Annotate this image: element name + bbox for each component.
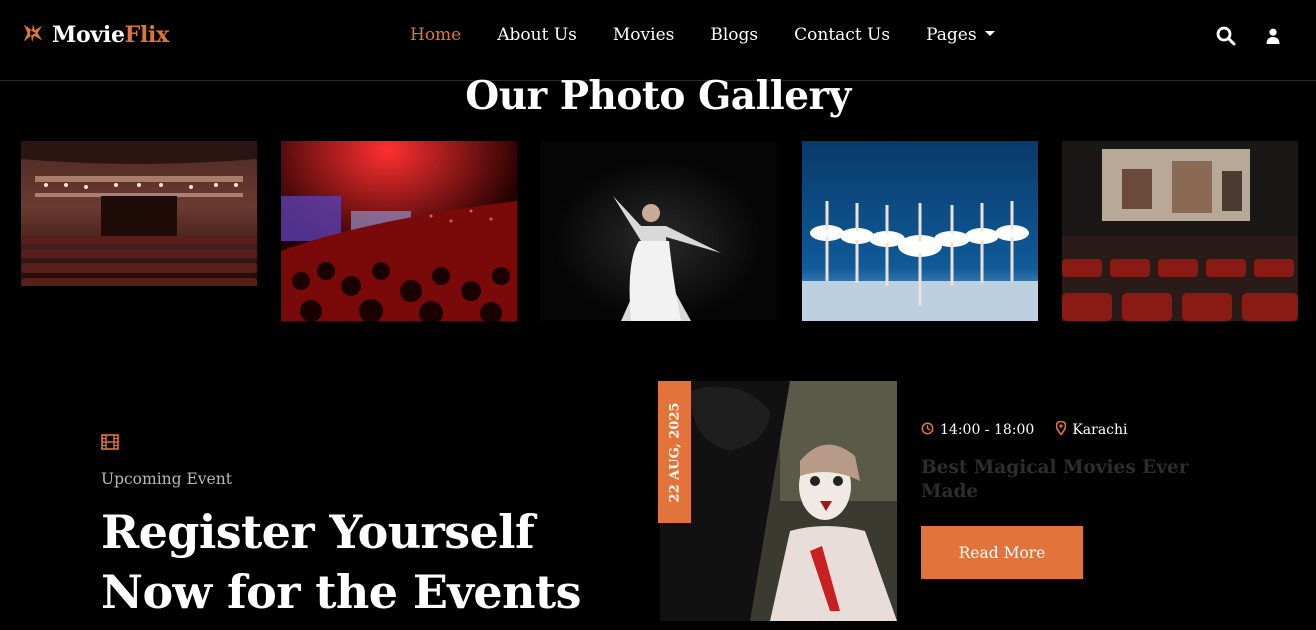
photo-gallery: [21, 141, 1298, 321]
section-title-line2: Now for the Events: [101, 565, 581, 619]
concert-crowd-photo[interactable]: [281, 141, 517, 321]
brand-name-part1: Movie: [52, 22, 125, 48]
film-icon: [101, 434, 119, 454]
gallery-title: Our Photo Gallery: [465, 73, 851, 119]
event-meta: 14:00 - 18:00 Karachi: [921, 420, 1150, 439]
star-logo-icon: [22, 22, 44, 48]
navbar: MovieFlix Home About Us Movies Blogs Con…: [0, 0, 1316, 81]
location-pin-icon: [1056, 420, 1067, 439]
brand-name-part2: Flix: [124, 22, 170, 48]
ballet-troupe-photo[interactable]: [802, 141, 1038, 321]
chevron-down-icon: [984, 31, 995, 36]
solo-dancer-photo[interactable]: [541, 141, 777, 321]
section-title: Register Yourself Now for the Events: [101, 502, 641, 622]
theater-auditorium-photo[interactable]: [21, 141, 257, 321]
user-icon[interactable]: [1266, 28, 1280, 44]
makeup-artist-photo[interactable]: [660, 381, 897, 621]
section-eyebrow: Upcoming Event: [101, 470, 232, 488]
nav-item-home[interactable]: Home: [410, 25, 461, 45]
main-nav: Home About Us Movies Blogs Contact Us Pa…: [392, 0, 1013, 70]
nav-item-movies[interactable]: Movies: [613, 25, 674, 45]
event-location: Karachi: [1056, 420, 1128, 439]
brand-name: MovieFlix: [52, 22, 169, 48]
section-title-line1: Register Yourself: [101, 505, 535, 559]
nav-item-pages-label: Pages: [926, 25, 977, 45]
nav-item-pages[interactable]: Pages: [926, 25, 995, 45]
search-icon[interactable]: [1216, 26, 1236, 46]
event-date-badge: 22 AUG, 2025: [658, 381, 691, 523]
nav-icons: [1216, 26, 1280, 46]
event-title[interactable]: Best Magical Movies Ever Made: [921, 456, 1221, 504]
nav-item-blogs[interactable]: Blogs: [710, 25, 758, 45]
nav-item-contact-us[interactable]: Contact Us: [794, 25, 890, 45]
event-location-text: Karachi: [1072, 422, 1128, 438]
nav-item-about-us[interactable]: About Us: [497, 25, 577, 45]
read-more-button[interactable]: Read More: [921, 526, 1083, 579]
event-date: 22 AUG, 2025: [667, 402, 683, 502]
event-time-text: 14:00 - 18:00: [940, 422, 1035, 438]
cinema-screen-photo[interactable]: [1062, 141, 1298, 321]
event-time: 14:00 - 18:00: [921, 422, 1034, 439]
brand-logo[interactable]: MovieFlix: [22, 22, 169, 48]
clock-icon: [921, 422, 934, 439]
